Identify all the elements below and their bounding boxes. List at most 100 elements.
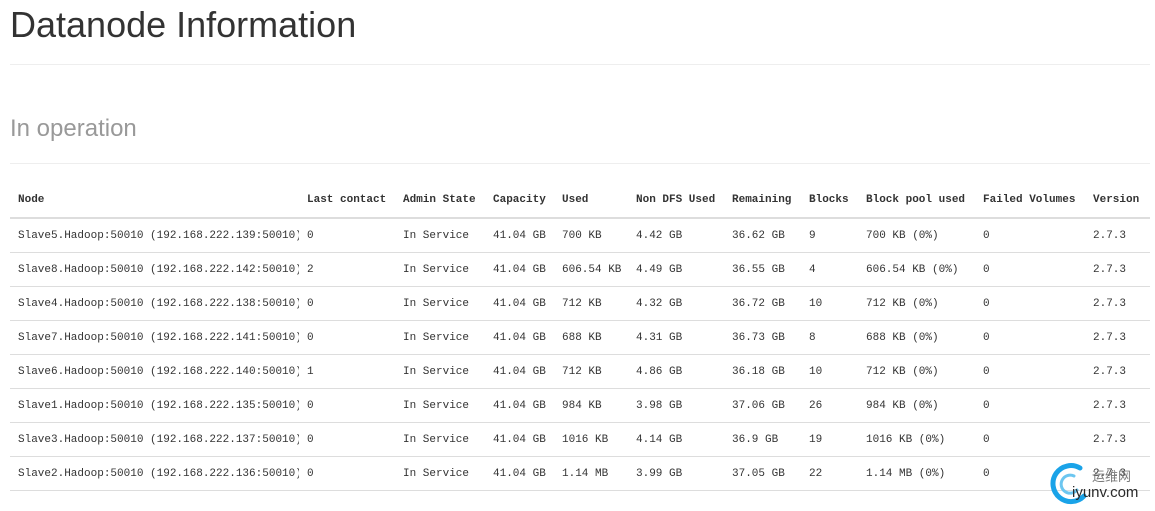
- cell-remaining: 37.06 GB: [724, 388, 801, 423]
- page-title: Datanode Information: [10, 4, 357, 45]
- table-row: Slave7.Hadoop:50010 (192.168.222.141:500…: [10, 320, 1150, 355]
- cell-failed-volumes: 0: [975, 354, 1085, 389]
- cell-remaining: 36.18 GB: [724, 354, 801, 389]
- column-header: Non DFS Used: [628, 183, 724, 219]
- cell-admin-state: In Service: [395, 422, 485, 457]
- cell-last-contact: 0: [299, 456, 395, 491]
- cell-admin-state: In Service: [395, 456, 485, 491]
- cell-version: 2.7.3: [1085, 252, 1150, 287]
- cell-capacity: 41.04 GB: [485, 286, 554, 321]
- cell-last-contact: 0: [299, 218, 395, 253]
- cell-used: 688 KB: [554, 320, 628, 355]
- cell-used: 700 KB: [554, 218, 628, 253]
- cell-block-pool-used: 700 KB (0%): [858, 218, 975, 253]
- cell-block-pool-used: 688 KB (0%): [858, 320, 975, 355]
- cell-last-contact: 0: [299, 422, 395, 457]
- cell-last-contact: 1: [299, 354, 395, 389]
- cell-blocks: 10: [801, 354, 858, 389]
- cell-block-pool-used: 984 KB (0%): [858, 388, 975, 423]
- watermark-text-en: iyunv.com: [1072, 484, 1139, 501]
- cell-remaining: 36.9 GB: [724, 422, 801, 457]
- column-header: Last contact: [299, 183, 395, 219]
- section-title-in-operation: In operation: [10, 115, 137, 142]
- cell-capacity: 41.04 GB: [485, 354, 554, 389]
- column-header: Version: [1085, 183, 1150, 219]
- cell-last-contact: 2: [299, 252, 395, 287]
- column-header: Admin State: [395, 183, 485, 219]
- table-row: Slave4.Hadoop:50010 (192.168.222.138:500…: [10, 286, 1150, 321]
- column-header: Block pool used: [858, 183, 975, 219]
- cell-capacity: 41.04 GB: [485, 218, 554, 253]
- cell-node: Slave6.Hadoop:50010 (192.168.222.140:500…: [10, 354, 299, 389]
- cell-block-pool-used: 712 KB (0%): [858, 286, 975, 321]
- cell-blocks: 8: [801, 320, 858, 355]
- cell-failed-volumes: 0: [975, 388, 1085, 423]
- cell-node: Slave8.Hadoop:50010 (192.168.222.142:500…: [10, 252, 299, 287]
- cell-block-pool-used: 1016 KB (0%): [858, 422, 975, 457]
- cell-node: Slave1.Hadoop:50010 (192.168.222.135:500…: [10, 388, 299, 423]
- cell-admin-state: In Service: [395, 354, 485, 389]
- cell-remaining: 37.05 GB: [724, 456, 801, 491]
- cell-blocks: 9: [801, 218, 858, 253]
- cell-used: 712 KB: [554, 286, 628, 321]
- cell-used: 1016 KB: [554, 422, 628, 457]
- cell-last-contact: 0: [299, 320, 395, 355]
- cell-non-dfs-used: 3.98 GB: [628, 388, 724, 423]
- cell-version: 2.7.3: [1085, 320, 1150, 355]
- cell-admin-state: In Service: [395, 320, 485, 355]
- table-row: Slave1.Hadoop:50010 (192.168.222.135:500…: [10, 388, 1150, 423]
- cell-last-contact: 0: [299, 388, 395, 423]
- cell-blocks: 4: [801, 252, 858, 287]
- cell-capacity: 41.04 GB: [485, 388, 554, 423]
- cell-used: 712 KB: [554, 354, 628, 389]
- cell-capacity: 41.04 GB: [485, 320, 554, 355]
- column-header: Used: [554, 183, 628, 219]
- column-header: Node: [10, 183, 299, 219]
- cell-admin-state: In Service: [395, 286, 485, 321]
- cell-block-pool-used: 606.54 KB (0%): [858, 252, 975, 287]
- cell-block-pool-used: 712 KB (0%): [858, 354, 975, 389]
- cell-admin-state: In Service: [395, 252, 485, 287]
- cell-version: 2.7.3: [1085, 422, 1150, 457]
- title-divider: [10, 64, 1150, 65]
- cell-non-dfs-used: 3.99 GB: [628, 456, 724, 491]
- cell-non-dfs-used: 4.49 GB: [628, 252, 724, 287]
- cell-blocks: 10: [801, 286, 858, 321]
- cell-node: Slave2.Hadoop:50010 (192.168.222.136:500…: [10, 456, 299, 491]
- cell-blocks: 19: [801, 422, 858, 457]
- cell-used: 606.54 KB: [554, 252, 628, 287]
- cell-capacity: 41.04 GB: [485, 422, 554, 457]
- column-header: Capacity: [485, 183, 554, 219]
- cell-capacity: 41.04 GB: [485, 252, 554, 287]
- cell-last-contact: 0: [299, 286, 395, 321]
- cell-non-dfs-used: 4.14 GB: [628, 422, 724, 457]
- cell-blocks: 26: [801, 388, 858, 423]
- cell-version: 2.7.3: [1085, 218, 1150, 253]
- cell-failed-volumes: 0: [975, 320, 1085, 355]
- table-row: Slave2.Hadoop:50010 (192.168.222.136:500…: [10, 456, 1150, 491]
- cell-remaining: 36.73 GB: [724, 320, 801, 355]
- cell-failed-volumes: 0: [975, 286, 1085, 321]
- cell-remaining: 36.72 GB: [724, 286, 801, 321]
- cell-block-pool-used: 1.14 MB (0%): [858, 456, 975, 491]
- cell-version: 2.7.3: [1085, 388, 1150, 423]
- cell-node: Slave5.Hadoop:50010 (192.168.222.139:500…: [10, 218, 299, 253]
- cell-version: 2.7.3: [1085, 354, 1150, 389]
- table-header-row: Node Last contact Admin State Capacity Used N…: [10, 183, 1150, 219]
- table-row: Slave8.Hadoop:50010 (192.168.222.142:500…: [10, 252, 1150, 287]
- column-header: Failed Volumes: [975, 183, 1085, 219]
- cell-non-dfs-used: 4.31 GB: [628, 320, 724, 355]
- column-header: Remaining: [724, 183, 801, 219]
- cell-remaining: 36.55 GB: [724, 252, 801, 287]
- cell-admin-state: In Service: [395, 388, 485, 423]
- cell-version: 2.7.3: [1085, 286, 1150, 321]
- section-divider: [10, 163, 1150, 164]
- cell-used: 1.14 MB: [554, 456, 628, 491]
- cell-used: 984 KB: [554, 388, 628, 423]
- cell-node: Slave4.Hadoop:50010 (192.168.222.138:500…: [10, 286, 299, 321]
- cell-admin-state: In Service: [395, 218, 485, 253]
- watermark-logo: 运维网 iyunv.com: [1050, 462, 1150, 508]
- watermark-text-cn: 运维网: [1092, 470, 1132, 485]
- datanode-table: Node Last contact Admin State Capacity Used N…: [10, 183, 1150, 491]
- cell-non-dfs-used: 4.32 GB: [628, 286, 724, 321]
